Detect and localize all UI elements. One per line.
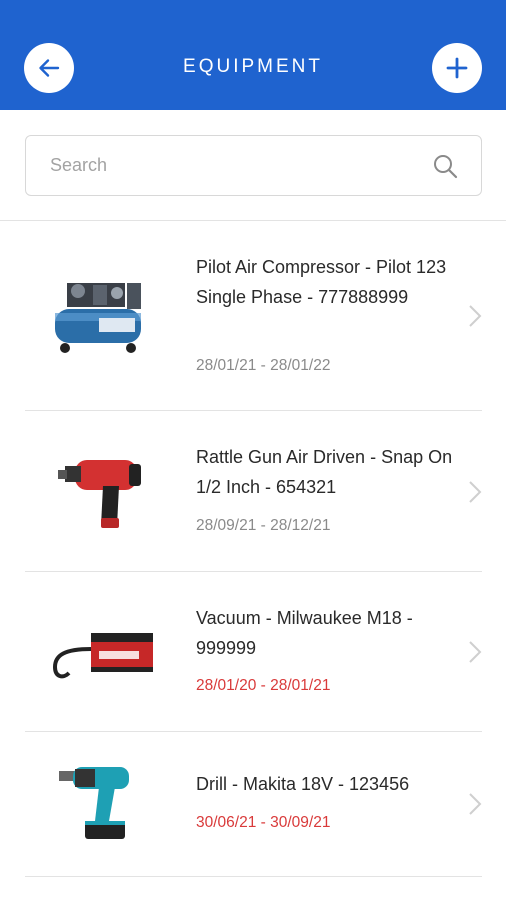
search-input[interactable] xyxy=(50,136,430,195)
item-dates: 28/01/20 - 28/01/21 xyxy=(196,677,331,694)
item-name: Vacuum - Milwaukee M18 - 999999 xyxy=(196,608,413,658)
chevron-right-icon xyxy=(469,481,482,503)
app-header: EQUIPMENT xyxy=(0,0,506,110)
drill-image xyxy=(59,767,129,839)
chevron-right-icon xyxy=(469,641,482,663)
search-icon[interactable] xyxy=(432,153,458,184)
item-dates: 28/09/21 - 28/12/21 xyxy=(196,517,331,534)
impact-wrench-image xyxy=(58,460,141,528)
row-divider xyxy=(25,876,482,877)
vacuum-image xyxy=(52,633,153,679)
add-equipment-button[interactable] xyxy=(432,43,482,93)
item-dates: 30/06/21 - 30/09/21 xyxy=(196,814,331,831)
list-item[interactable]: Vacuum - Milwaukee M18 - 999999 28/01/20… xyxy=(25,572,482,732)
search-box xyxy=(25,135,482,196)
item-name: Pilot Air Compressor - Pilot 123 Single … xyxy=(196,257,447,307)
chevron-right-icon xyxy=(469,793,482,815)
item-name: Drill - Makita 18V - 123456 xyxy=(196,774,410,794)
list-item[interactable]: Rattle Gun Air Driven - Snap On 1/2 Inch… xyxy=(25,411,482,572)
page-title: EQUIPMENT xyxy=(183,56,323,77)
item-name: Rattle Gun Air Driven - Snap On 1/2 Inch… xyxy=(196,447,453,497)
plus-icon xyxy=(446,57,468,79)
list-item[interactable]: Pilot Air Compressor - Pilot 123 Single … xyxy=(25,221,482,411)
chevron-right-icon xyxy=(469,305,482,327)
air-compressor-image xyxy=(55,283,141,353)
item-dates: 28/01/21 - 28/01/22 xyxy=(196,357,331,374)
list-item[interactable]: Drill - Makita 18V - 123456 30/06/21 - 3… xyxy=(25,732,482,877)
